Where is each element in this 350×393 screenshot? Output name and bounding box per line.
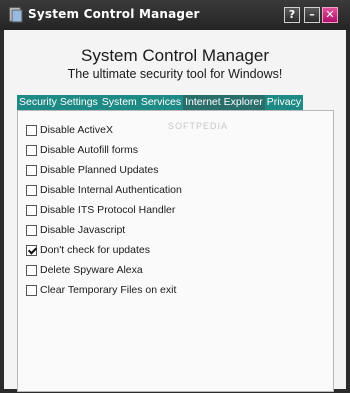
tab-services[interactable]: Services <box>139 95 183 110</box>
page-subtitle: The ultimate security tool for Windows! <box>67 67 283 81</box>
checkbox[interactable] <box>26 124 37 136</box>
option-label: Disable Planned Updates <box>40 164 159 176</box>
checkbox[interactable] <box>26 224 37 236</box>
tab-strip: Security Settings System Services Intern… <box>17 95 304 110</box>
minimize-button[interactable]: – <box>304 7 320 23</box>
help-button[interactable]: ? <box>284 7 300 23</box>
page-title: System Control Manager <box>80 46 270 65</box>
checkbox[interactable] <box>26 144 37 156</box>
checkbox[interactable] <box>26 264 37 276</box>
client-area: System Control Manager The ultimate secu… <box>4 30 346 392</box>
option-label: Disable Javascript <box>40 224 126 236</box>
app-icon <box>9 7 23 23</box>
option-dont-check-for-updates[interactable]: Don't check for updates <box>26 243 150 257</box>
option-disable-javascript[interactable]: Disable Javascript <box>26 223 125 237</box>
watermark: SOFTPEDIA <box>168 121 229 131</box>
tab-privacy[interactable]: Privacy <box>265 95 303 110</box>
option-label: Disable ActiveX <box>40 124 113 136</box>
tab-internet-explorer[interactable]: Internet Explorer <box>183 95 265 110</box>
checkbox[interactable] <box>26 284 37 296</box>
window-title: System Control Manager <box>28 7 200 21</box>
option-label: Clear Temporary Files on exit <box>40 284 177 296</box>
option-disable-planned-updates[interactable]: Disable Planned Updates <box>26 163 159 177</box>
option-disable-activex[interactable]: Disable ActiveX <box>26 123 113 137</box>
option-disable-its-protocol-handler[interactable]: Disable ITS Protocol Handler <box>26 203 175 217</box>
tab-security-settings[interactable]: Security Settings <box>17 95 100 110</box>
checkbox[interactable] <box>26 204 37 216</box>
checkbox[interactable] <box>26 164 37 176</box>
options-panel: SOFTPEDIA Disable ActiveX Disable Autofi… <box>17 110 334 392</box>
option-label: Disable Internal Authentication <box>40 184 182 196</box>
option-delete-spyware-alexa[interactable]: Delete Spyware Alexa <box>26 263 143 277</box>
close-button[interactable]: ✕ <box>322 7 338 23</box>
title-bar[interactable]: System Control Manager ? – ✕ <box>0 0 350 30</box>
tab-system[interactable]: System <box>100 95 139 110</box>
option-disable-internal-authentication[interactable]: Disable Internal Authentication <box>26 183 182 197</box>
checkbox-checked[interactable] <box>26 244 37 256</box>
option-clear-temporary-files[interactable]: Clear Temporary Files on exit <box>26 283 176 297</box>
checkbox[interactable] <box>26 184 37 196</box>
option-label: Delete Spyware Alexa <box>40 264 143 276</box>
option-disable-autofill-forms[interactable]: Disable Autofill forms <box>26 143 138 157</box>
app-window: System Control Manager ? – ✕ System Cont… <box>0 0 350 393</box>
option-label: Don't check for updates <box>40 244 150 256</box>
option-label: Disable ITS Protocol Handler <box>40 204 176 216</box>
option-label: Disable Autofill forms <box>40 144 139 156</box>
